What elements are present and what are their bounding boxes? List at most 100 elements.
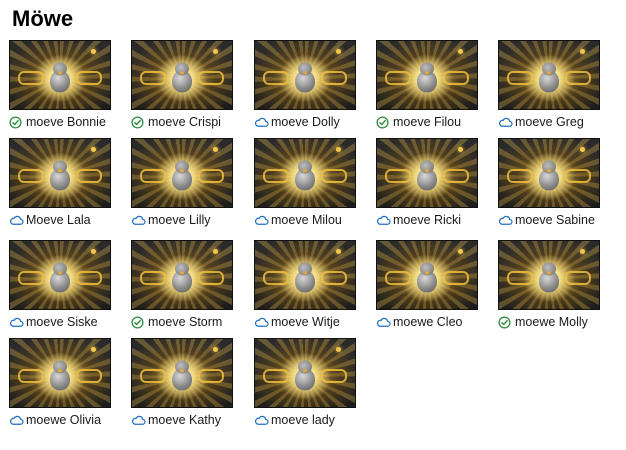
file-thumbnail[interactable] [131,240,233,310]
file-thumbnail[interactable] [254,338,356,408]
star-icon [336,147,341,152]
file-tile[interactable]: moeve Greg [498,40,616,129]
file-thumbnail[interactable] [498,138,600,208]
file-thumbnail[interactable] [254,138,356,208]
file-thumbnail[interactable] [498,40,600,110]
file-label[interactable]: moeve Ricki [376,213,494,227]
file-name: moewe Molly [515,315,588,329]
file-tile[interactable]: moeve lady [254,338,372,427]
star-icon [213,347,218,352]
file-tile[interactable]: moeve Sabine [498,138,616,227]
cloud-icon [376,316,391,329]
star-icon [91,49,96,54]
bird-image [538,262,560,293]
file-thumbnail[interactable] [9,138,111,208]
file-label[interactable]: moewe Molly [498,315,616,329]
folder-title: Möwe [12,6,74,31]
ornament-right [198,369,224,383]
file-label[interactable]: moeve Storm [131,315,249,329]
cloud-icon [9,214,24,227]
file-tile[interactable]: moeve Dolly [254,40,372,129]
ornament-right [198,169,224,183]
ornament-right [443,169,469,183]
star-icon [336,249,341,254]
file-tile[interactable]: moewe Cleo [376,240,494,329]
file-label[interactable]: moeve Milou [254,213,372,227]
bird-image [49,160,71,191]
star-icon [213,249,218,254]
bird-image [49,360,71,391]
file-label[interactable]: Moeve Lala [9,213,127,227]
file-thumbnail[interactable] [9,40,111,110]
file-label[interactable]: moewe Olivia [9,413,127,427]
file-label[interactable]: moeve Dolly [254,115,372,129]
ornament-right [321,71,347,85]
bird-image [538,62,560,93]
file-label[interactable]: moeve Lilly [131,213,249,227]
file-tile[interactable]: moeve Filou [376,40,494,129]
file-tile[interactable]: moeve Bonnie [9,40,127,129]
bird-image [49,262,71,293]
ornament-left [385,71,411,85]
file-thumbnail[interactable] [376,138,478,208]
file-label[interactable]: moewe Cleo [376,315,494,329]
file-thumbnail[interactable] [254,40,356,110]
file-label[interactable]: moeve Crispi [131,115,249,129]
bird-image [171,262,193,293]
ornament-right [198,271,224,285]
ornament-right [443,71,469,85]
file-tile[interactable]: moeve Lilly [131,138,249,227]
file-label[interactable]: moeve Witje [254,315,372,329]
ornament-right [565,271,591,285]
file-tile[interactable]: moeve Kathy [131,338,249,427]
star-icon [336,49,341,54]
ornament-left [18,369,44,383]
ornament-right [198,71,224,85]
file-label[interactable]: moeve Filou [376,115,494,129]
file-label[interactable]: moeve Siske [9,315,127,329]
file-tile[interactable]: moeve Ricki [376,138,494,227]
ornament-right [76,71,102,85]
file-tile[interactable]: moewe Molly [498,240,616,329]
file-thumbnail[interactable] [254,240,356,310]
ornament-right [321,369,347,383]
bird-image [49,62,71,93]
file-thumbnail[interactable] [376,40,478,110]
file-name: moeve Greg [515,115,584,129]
file-label[interactable]: moeve Kathy [131,413,249,427]
cloud-icon [9,316,24,329]
file-tile[interactable]: moewe Olivia [9,338,127,427]
file-name: moewe Cleo [393,315,463,329]
bird-image [416,62,438,93]
star-icon [213,49,218,54]
ornament-left [140,71,166,85]
file-tile[interactable]: moeve Witje [254,240,372,329]
ornament-right [76,271,102,285]
file-label[interactable]: moeve lady [254,413,372,427]
file-thumbnail[interactable] [131,338,233,408]
file-label[interactable]: moeve Sabine [498,213,616,227]
ornament-left [263,369,289,383]
cloud-icon [131,214,146,227]
file-name: moewe Olivia [26,413,102,427]
file-label[interactable]: moeve Bonnie [9,115,127,129]
file-thumbnail[interactable] [376,240,478,310]
file-thumbnail[interactable] [498,240,600,310]
cloud-icon [131,414,146,427]
file-tile[interactable]: moeve Storm [131,240,249,329]
file-thumbnail[interactable] [131,138,233,208]
file-tile[interactable]: moeve Milou [254,138,372,227]
file-tile[interactable]: Moeve Lala [9,138,127,227]
file-thumbnail[interactable] [131,40,233,110]
file-name: moeve Milou [271,213,342,227]
file-tile[interactable]: moeve Siske [9,240,127,329]
file-tile[interactable]: moeve Crispi [131,40,249,129]
file-thumbnail[interactable] [9,338,111,408]
file-thumbnail[interactable] [9,240,111,310]
bird-image [294,160,316,191]
file-label[interactable]: moeve Greg [498,115,616,129]
cloud-icon [376,214,391,227]
cloud-icon [254,214,269,227]
bird-image [294,262,316,293]
ornament-left [263,271,289,285]
